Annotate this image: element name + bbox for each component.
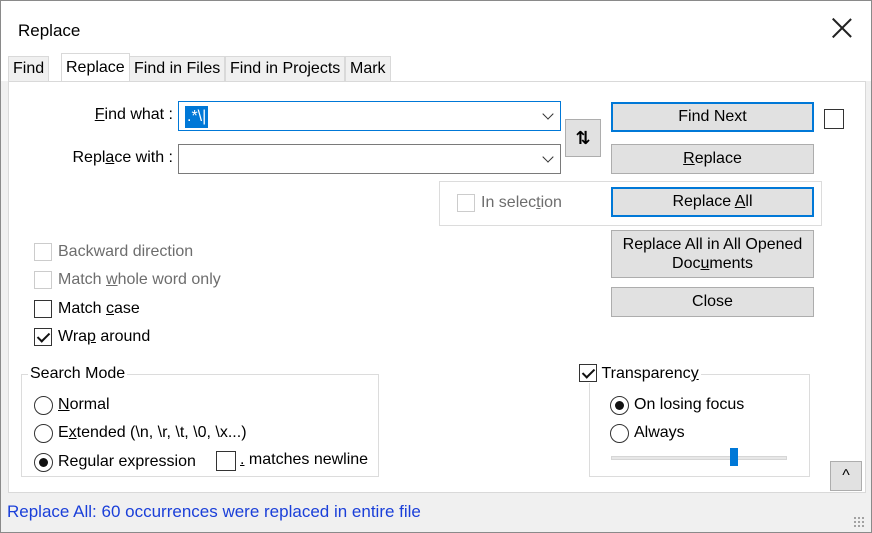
wrap-around-checkbox[interactable] [34,328,52,346]
match-whole-word-checkbox[interactable] [34,271,52,289]
close-button[interactable]: Close [611,287,814,317]
match-whole-word-label: Match whole word only [58,271,221,288]
window-title: Replace [18,21,81,40]
backward-direction-checkbox[interactable] [34,243,52,261]
tab-find-in-files[interactable]: Find in Files [129,56,226,81]
extended-label: Extended (\n, \r, \t, \0, \x...) [58,424,247,441]
tab-mark-label: Mark [350,60,386,77]
tab-find-in-projects-label: Find in Projects [230,60,341,77]
status-text: Replace All: 60 occurrences were replace… [7,502,421,521]
transparency-label: Transparency [601,365,699,382]
chevron-up-icon: ^ [842,467,850,484]
dot-matches-newline-checkbox[interactable] [216,451,236,471]
collapse-button[interactable]: ^ [830,461,862,491]
find-what-label: Find what : [94,106,173,123]
tab-mark[interactable]: Mark [345,56,391,81]
find-what-combobox[interactable]: .*\| [178,101,561,131]
replace-with-label: Replace with : [72,149,174,166]
in-selection-checkbox[interactable] [457,194,475,212]
replace-all-button[interactable]: Replace All [611,187,814,217]
tab-replace[interactable]: Replace [61,53,130,82]
title-bar: Replace [1,1,871,53]
normal-label: Normal [58,396,110,413]
replace-dialog: Replace Find Replace Find in Files Find … [0,0,872,533]
find-next-button[interactable]: Find Next [611,102,814,132]
in-selection-label: In selection [481,194,562,211]
replace-button[interactable]: Replace [611,144,814,174]
regular-expression-label: Regular expression [58,453,196,470]
swap-icon: ⇅ [575,128,591,148]
find-next-option-checkbox[interactable] [824,109,844,129]
extended-radio[interactable] [34,424,53,443]
normal-radio[interactable] [34,396,53,415]
transparency-slider-track[interactable] [611,456,787,460]
search-mode-title: Search Mode [28,365,128,383]
replace-with-combobox[interactable] [178,144,561,174]
close-icon[interactable] [831,17,853,39]
dot-matches-newline-label: . matches newline [240,451,369,468]
always-label: Always [634,424,685,441]
backward-direction-label: Backward direction [58,243,194,260]
transparency-title-wrap: Transparency [577,364,701,384]
match-case-checkbox[interactable] [34,300,52,318]
transparency-checkbox[interactable] [579,364,597,382]
tab-find-in-files-label: Find in Files [134,60,221,77]
on-losing-focus-label: On losing focus [634,396,745,413]
status-bar: Replace All: 60 occurrences were replace… [1,496,871,532]
wrap-around-label: Wrap around [58,328,151,345]
find-what-value[interactable]: .*\| [185,106,209,128]
on-losing-focus-radio[interactable] [610,396,629,415]
tab-replace-label: Replace [66,59,125,76]
chevron-down-icon[interactable] [542,110,554,122]
resize-grip-icon[interactable] [853,516,865,528]
always-radio[interactable] [610,424,629,443]
regular-expression-radio[interactable] [34,453,53,472]
transparency-slider-thumb[interactable] [730,448,739,466]
tab-find-label: Find [13,60,45,77]
replace-all-opened-documents-button[interactable]: Replace All in All Opened Documents [611,230,814,278]
chevron-down-icon[interactable] [542,153,554,165]
match-case-label: Match case [58,300,140,317]
replace-all-opened-line2: Documents [672,255,753,272]
tab-find[interactable]: Find [8,56,50,81]
swap-button[interactable]: ⇅ [565,119,601,157]
tab-find-in-projects[interactable]: Find in Projects [225,56,346,81]
replace-all-opened-line1: Replace All in All Opened [622,236,803,253]
